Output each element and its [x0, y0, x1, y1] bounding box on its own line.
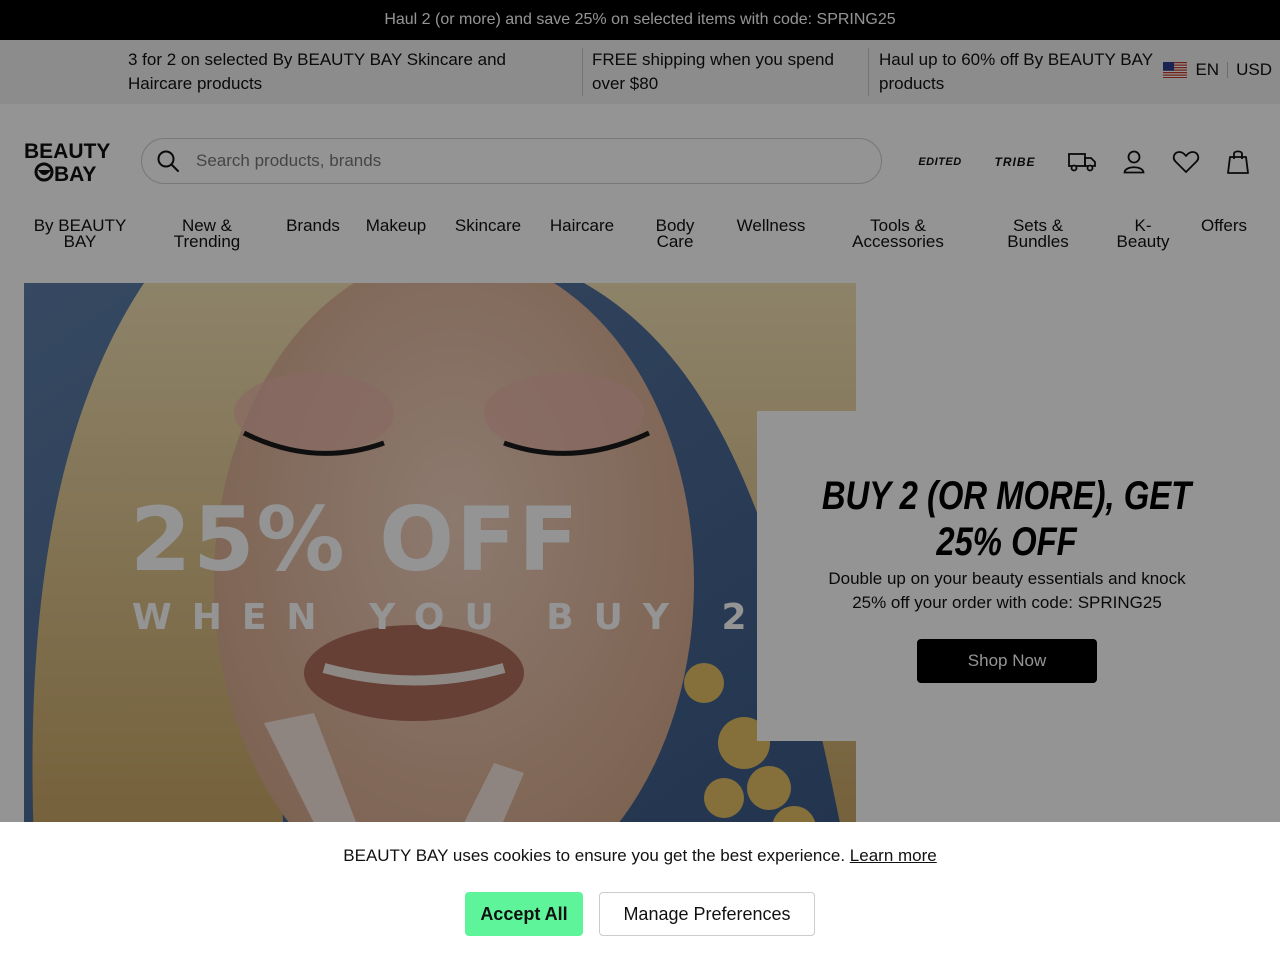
cookie-banner: BEAUTY BAY uses cookies to ensure you ge…: [0, 822, 1280, 960]
cookie-message: BEAUTY BAY uses cookies to ensure you ge…: [0, 846, 1280, 866]
modal-overlay[interactable]: [0, 0, 1280, 822]
learn-more-link[interactable]: Learn more: [850, 846, 937, 865]
manage-preferences-button[interactable]: Manage Preferences: [599, 892, 815, 936]
cookie-text: BEAUTY BAY uses cookies to ensure you ge…: [343, 846, 846, 865]
accept-all-button[interactable]: Accept All: [465, 892, 583, 936]
